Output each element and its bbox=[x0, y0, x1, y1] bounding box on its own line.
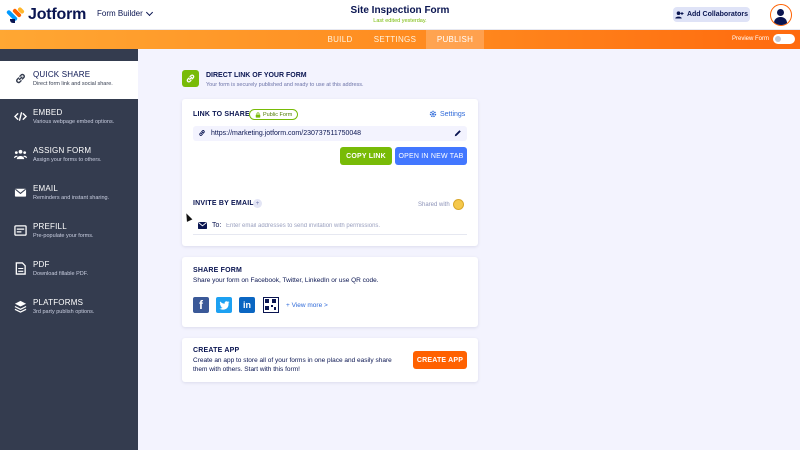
preview-form-toggle[interactable] bbox=[773, 34, 796, 44]
brand-name: Jotform bbox=[28, 6, 87, 23]
link-icon bbox=[16, 73, 25, 84]
chevron-down-icon bbox=[145, 8, 153, 16]
envelope-icon bbox=[14, 188, 27, 197]
top-bar: Jotform Form Builder Site Inspection For… bbox=[0, 0, 800, 30]
sidebar-item-desc: Download fillable PDF. bbox=[33, 271, 89, 277]
tab-build[interactable]: BUILD bbox=[320, 30, 360, 49]
sidebar-item-title: PREFILL bbox=[33, 222, 67, 231]
sidebar-item-desc: 3rd party publish options. bbox=[33, 309, 95, 315]
jotform-logo-icon bbox=[5, 6, 25, 23]
sidebar-item-pdf[interactable]: PDF Download fillable PDF. bbox=[0, 251, 138, 289]
sidebar-item-assign-form[interactable]: ASSIGN FORM Assign your forms to others. bbox=[0, 137, 138, 175]
last-edited-text: Last edited yesterday. bbox=[373, 18, 427, 24]
sidebar-item-title: PLATFORMS bbox=[33, 298, 84, 307]
create-app-button[interactable]: CREATE APP bbox=[413, 351, 467, 369]
sidebar-item-desc: Reminders and instant sharing. bbox=[33, 195, 110, 201]
builder-nav: BUILD SETTINGS PUBLISH Preview Form bbox=[0, 30, 800, 49]
sidebar-item-title: QUICK SHARE bbox=[33, 70, 91, 79]
sidebar-item-title: PDF bbox=[33, 260, 50, 269]
sidebar-item-title: EMBED bbox=[33, 108, 63, 117]
add-collaborators-button[interactable]: Add Collaborators bbox=[673, 7, 750, 22]
direct-link-header: DIRECT LINK OF YOUR FORM Your form is se… bbox=[182, 70, 364, 88]
form-url-field[interactable]: https://marketing.jotform.com/2307375117… bbox=[193, 126, 467, 141]
shared-with-group[interactable]: Shared with bbox=[418, 199, 464, 210]
create-app-label: CREATE APP bbox=[193, 347, 240, 354]
sidebar-item-title: EMAIL bbox=[33, 184, 59, 193]
link-to-share-card: LINK TO SHARE Public Form Settings https… bbox=[182, 99, 478, 246]
form-title-block: Site Inspection Form Last edited yesterd… bbox=[300, 5, 500, 24]
add-invite-icon[interactable]: + bbox=[253, 199, 262, 208]
code-icon bbox=[14, 112, 27, 121]
view-more-link[interactable]: + View more > bbox=[286, 302, 328, 309]
copy-link-button[interactable]: COPY LINK bbox=[340, 147, 392, 165]
share-form-description: Share your form on Facebook, Twitter, Li… bbox=[193, 277, 379, 284]
share-form-label: SHARE FORM bbox=[193, 267, 243, 274]
direct-link-subtitle: Your form is securely published and read… bbox=[206, 82, 364, 88]
gear-icon bbox=[429, 110, 437, 118]
envelope-icon bbox=[198, 222, 207, 229]
sidebar-item-prefill[interactable]: PREFILL Pre-populate your forms. bbox=[0, 213, 138, 251]
publish-sidebar: QUICK SHARE Direct form link and social … bbox=[0, 49, 138, 450]
create-app-card: CREATE APP Create an app to store all of… bbox=[182, 338, 478, 382]
sidebar-item-quick-share[interactable]: QUICK SHARE Direct form link and social … bbox=[0, 61, 138, 99]
facebook-icon[interactable]: f bbox=[193, 297, 209, 313]
add-collaborators-label: Add Collaborators bbox=[686, 11, 749, 18]
avatar[interactable] bbox=[770, 4, 792, 26]
link-settings-button[interactable]: Settings bbox=[429, 110, 465, 118]
form-url-text: https://marketing.jotform.com/2307375117… bbox=[211, 130, 362, 137]
public-form-badge-label: Public Form bbox=[263, 111, 293, 118]
users-icon bbox=[14, 149, 27, 160]
jotform-logo[interactable]: Jotform bbox=[5, 6, 87, 24]
public-form-badge: Public Form bbox=[249, 109, 299, 120]
layers-icon bbox=[14, 300, 27, 313]
sidebar-item-desc: Assign your forms to others. bbox=[33, 157, 102, 163]
qr-code-icon[interactable] bbox=[263, 297, 279, 313]
create-app-description-line2: them with others. Start with this form! bbox=[193, 366, 300, 373]
twitter-icon[interactable] bbox=[216, 297, 232, 313]
linkedin-icon[interactable]: in bbox=[239, 297, 255, 313]
form-builder-dropdown[interactable]: Form Builder bbox=[97, 8, 153, 18]
settings-link-label: Settings bbox=[440, 110, 466, 118]
invite-email-row: To: bbox=[193, 217, 467, 235]
create-app-description-line1: Create an app to store all of your forms… bbox=[193, 357, 392, 364]
pdf-icon bbox=[15, 262, 26, 275]
pencil-icon[interactable] bbox=[454, 129, 462, 137]
form-builder-label: Form Builder bbox=[97, 9, 143, 18]
direct-link-title: DIRECT LINK OF YOUR FORM bbox=[206, 72, 307, 79]
sidebar-item-desc: Direct form link and social share. bbox=[33, 81, 113, 87]
tab-settings[interactable]: SETTINGS bbox=[367, 30, 423, 49]
to-label: To: bbox=[212, 222, 222, 229]
sidebar-item-email[interactable]: EMAIL Reminders and instant sharing. bbox=[0, 175, 138, 213]
invite-by-email-label: INVITE BY EMAIL bbox=[193, 200, 254, 207]
lock-icon bbox=[255, 111, 261, 118]
add-user-icon bbox=[675, 10, 684, 18]
prefill-icon bbox=[14, 225, 27, 236]
link-icon bbox=[199, 130, 205, 136]
preview-form-toggle-group: Preview Form bbox=[732, 34, 796, 44]
shared-with-label: Shared with bbox=[418, 201, 450, 208]
preview-form-label: Preview Form bbox=[732, 36, 770, 42]
invite-email-input[interactable] bbox=[226, 219, 461, 232]
sidebar-item-desc: Various webpage embed options. bbox=[33, 119, 115, 125]
shared-user-avatar bbox=[452, 199, 464, 210]
share-form-card: SHARE FORM Share your form on Facebook, … bbox=[182, 257, 478, 327]
link-to-share-label: LINK TO SHARE bbox=[193, 111, 250, 118]
sidebar-item-title: ASSIGN FORM bbox=[33, 146, 92, 155]
open-in-new-tab-button[interactable]: OPEN IN NEW TAB bbox=[395, 147, 467, 165]
link-badge-icon bbox=[182, 70, 199, 87]
form-title[interactable]: Site Inspection Form bbox=[300, 5, 500, 16]
sidebar-item-desc: Pre-populate your forms. bbox=[33, 233, 94, 239]
tab-publish[interactable]: PUBLISH bbox=[426, 30, 484, 49]
sidebar-item-platforms[interactable]: PLATFORMS 3rd party publish options. bbox=[0, 289, 138, 327]
sidebar-item-embed[interactable]: EMBED Various webpage embed options. bbox=[0, 99, 138, 137]
